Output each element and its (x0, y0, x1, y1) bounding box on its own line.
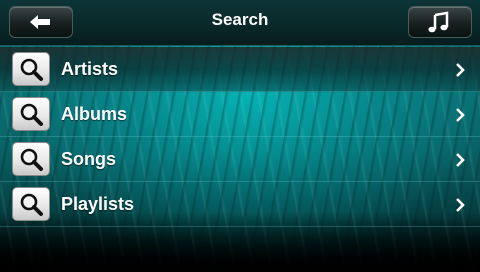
chevron-right-icon (456, 153, 465, 167)
search-screen: Search Artists Albums Songs Playlists (0, 0, 480, 272)
list-item-label: Playlists (61, 194, 135, 214)
list-item-label: Songs (61, 149, 117, 169)
list-item-albums[interactable]: Albums (0, 92, 480, 137)
search-icon (12, 52, 50, 86)
header-bar: Search (0, 0, 480, 46)
list-item-label: Albums (61, 104, 128, 124)
page-title: Search (211, 10, 269, 29)
search-icon (12, 142, 50, 176)
search-icon (12, 187, 50, 221)
chevron-right-icon (456, 198, 465, 212)
list-item-artists[interactable]: Artists (0, 47, 480, 92)
list-item-songs[interactable]: Songs (0, 137, 480, 182)
divider (0, 226, 480, 227)
search-icon (12, 97, 50, 131)
chevron-right-icon (456, 63, 465, 77)
chevron-right-icon (456, 108, 465, 122)
back-arrow-icon (30, 15, 50, 29)
music-note-icon (428, 11, 449, 33)
back-button[interactable] (9, 6, 73, 38)
list-item-playlists[interactable]: Playlists (0, 182, 480, 227)
now-playing-button[interactable] (408, 6, 472, 38)
list-item-label: Artists (61, 59, 119, 79)
